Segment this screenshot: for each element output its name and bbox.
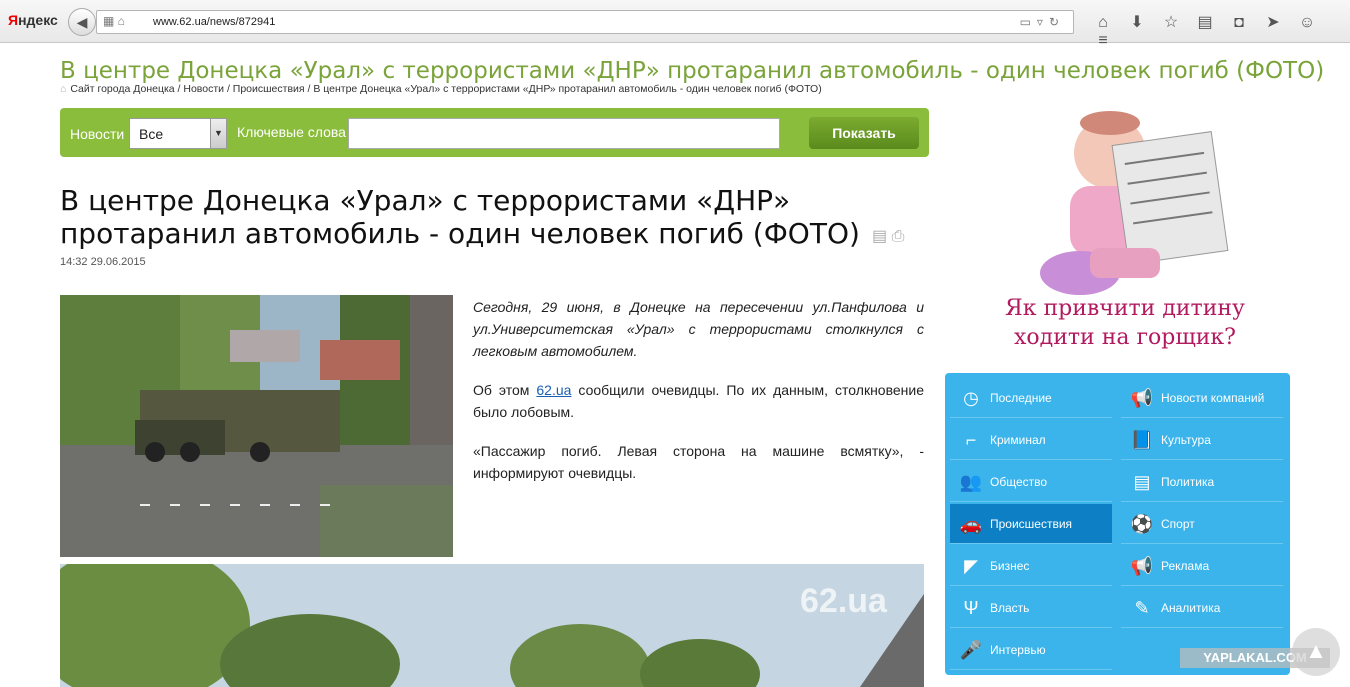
- category-select[interactable]: Все ▼: [129, 118, 227, 149]
- category-item[interactable]: ⌐ Криминал: [950, 420, 1112, 460]
- category-label: Спорт: [1161, 517, 1195, 531]
- back-button[interactable]: ◀: [68, 8, 96, 36]
- download-icon[interactable]: ⬇: [1120, 12, 1154, 32]
- arrow-up-icon: ▲: [1305, 638, 1327, 663]
- trident-icon: Ψ: [963, 598, 979, 618]
- ball-icon: ⚽: [1130, 514, 1154, 534]
- category-item[interactable]: 🚗 Происшествия: [950, 504, 1112, 544]
- keywords-label: Ключевые слова: [237, 124, 346, 140]
- category-item[interactable]: 👥 Общество: [950, 462, 1112, 502]
- article-photo[interactable]: [60, 295, 453, 557]
- news-label: Новости: [70, 126, 125, 142]
- home-icon[interactable]: ⌂: [1086, 14, 1120, 32]
- address-bar[interactable]: ▦ ⌂ www.62.ua/news/872941 ▭▿↻: [96, 10, 1074, 34]
- category-menu: ◷ Последние 📢 Новости компаний ⌐ Криминал 📘 Кул…: [945, 373, 1290, 675]
- article-photo-2[interactable]: 62.ua: [60, 564, 924, 687]
- category-label: Политика: [1161, 475, 1215, 489]
- breadcrumb-text[interactable]: Сайт города Донецка / Новости / Происшес…: [70, 83, 821, 95]
- url-text[interactable]: www.62.ua/news/872941: [153, 16, 275, 28]
- home-icon[interactable]: ⌂: [60, 83, 66, 95]
- show-button[interactable]: Показать: [809, 117, 919, 149]
- keywords-input[interactable]: [348, 118, 780, 149]
- article-date: 14:32 29.06.2015: [60, 256, 146, 268]
- category-label: Общество: [990, 475, 1048, 489]
- article-paragraph-3: «Пассажир погиб. Левая сторона на машине…: [473, 443, 924, 481]
- megaphone-icon: 📢: [1130, 556, 1154, 576]
- baby-ad-image: [1020, 108, 1230, 298]
- source-link[interactable]: 62.ua: [536, 382, 571, 398]
- gun-icon: ⌐: [965, 430, 977, 450]
- pocket-icon[interactable]: ◘: [1222, 14, 1256, 32]
- article-paragraph-2: Об этом 62.ua сообщили очевидцы. По их д…: [473, 382, 924, 420]
- megaphone-icon: 📢: [1130, 388, 1154, 408]
- browser-toolbar: Яндекс ◀ ▦ ⌂ www.62.ua/news/872941 ▭▿↻ ⌂…: [0, 0, 1350, 49]
- trees-image: [60, 564, 924, 687]
- category-item[interactable]: 📘 Культура: [1121, 420, 1283, 460]
- article-title: В центре Донецка «Урал» с террористами «…: [60, 184, 860, 250]
- yandex-logo[interactable]: Яндекс: [8, 12, 58, 28]
- breadcrumb: ⌂ Сайт города Донецка / Новости / Происше…: [60, 83, 822, 95]
- document-icon: ▤: [1133, 472, 1151, 492]
- advertisement-banner[interactable]: Як привчити дитину ходити на горщик?: [1000, 108, 1250, 353]
- reload-icon[interactable]: ▭▿↻: [1020, 15, 1065, 29]
- category-label: Последние: [990, 391, 1052, 405]
- category-item[interactable]: 📢 Реклама: [1121, 546, 1283, 586]
- print-icon[interactable]: ⎙: [892, 228, 905, 245]
- bookmark-star-icon[interactable]: ☆: [1154, 12, 1188, 32]
- category-label: Криминал: [990, 433, 1046, 447]
- smiley-icon[interactable]: ☺: [1290, 14, 1324, 32]
- category-label: Реклама: [1161, 559, 1210, 573]
- category-item[interactable]: ✎ Аналитика: [1121, 588, 1283, 628]
- bookmarks-list-icon[interactable]: ▤: [1188, 12, 1222, 32]
- category-label: Власть: [990, 601, 1030, 615]
- back-arrow-icon: ◀: [76, 13, 88, 30]
- category-item[interactable]: Ψ Власть: [950, 588, 1112, 628]
- category-item[interactable]: ◤ Бизнес: [950, 546, 1112, 586]
- pen-icon: ✎: [1134, 598, 1150, 618]
- page-title: В центре Донецка «Урал» с террористами «…: [60, 58, 1325, 84]
- news-search-bar: Новости Все ▼ Ключевые слова Показать: [60, 108, 929, 157]
- chevron-down-icon[interactable]: ▼: [210, 119, 226, 148]
- category-label: Интервью: [990, 643, 1046, 657]
- article-paragraph-1: Сегодня, 29 июня, в Донецке на пересечен…: [473, 299, 924, 359]
- chart-icon: ◤: [964, 556, 978, 576]
- street-scene-image: [60, 295, 453, 557]
- tab-list-icon[interactable]: ▦ ⌂: [103, 14, 125, 28]
- category-label: Бизнес: [990, 559, 1030, 573]
- category-label: Новости компаний: [1161, 391, 1265, 405]
- clock-icon: ◷: [963, 388, 979, 408]
- people-icon: 👥: [959, 472, 983, 492]
- document-icon[interactable]: ▤: [872, 228, 887, 245]
- microphone-icon: 🎤: [959, 640, 983, 660]
- category-item[interactable]: ▤ Политика: [1121, 462, 1283, 502]
- article-actions: ▤ ⎙: [872, 226, 904, 246]
- send-icon[interactable]: ➤: [1256, 12, 1290, 32]
- car-icon: 🚗: [959, 514, 983, 534]
- category-item[interactable]: ◷ Последние: [950, 378, 1112, 418]
- scroll-to-top-button[interactable]: ▲: [1292, 628, 1340, 676]
- ad-text[interactable]: Як привчити дитину ходити на горщик?: [1000, 294, 1250, 352]
- category-label: Происшествия: [990, 517, 1073, 531]
- category-label: Аналитика: [1161, 601, 1221, 615]
- book-icon: 📘: [1130, 430, 1154, 450]
- photo-watermark: 62.ua: [800, 582, 887, 620]
- category-item[interactable]: 🎤 Интервью: [950, 630, 1112, 670]
- category-item[interactable]: 📢 Новости компаний: [1121, 378, 1283, 418]
- menu-icon[interactable]: ≡: [1086, 32, 1120, 50]
- category-item[interactable]: ⚽ Спорт: [1121, 504, 1283, 544]
- toolbar-icons: ⌂ ⬇ ☆ ▤ ◘ ➤ ☺ ≡: [1086, 12, 1350, 50]
- category-label: Культура: [1161, 433, 1211, 447]
